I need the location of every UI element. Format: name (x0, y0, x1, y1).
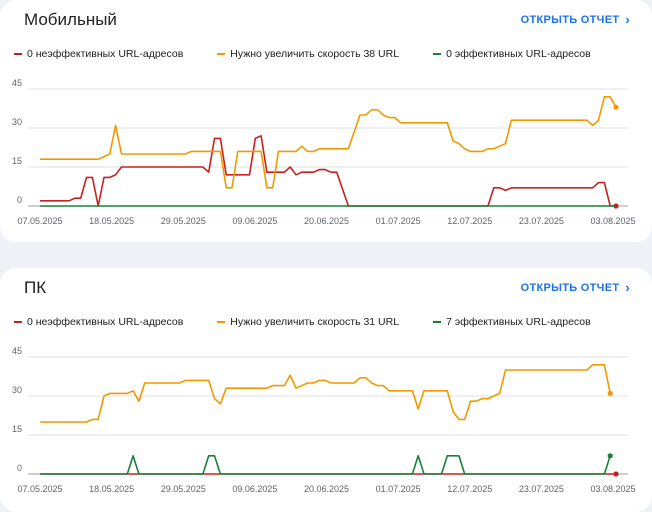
y-tick-label: 30 (12, 385, 22, 395)
x-tick-label: 03.08.2025 (590, 216, 635, 226)
x-tick-label: 20.06.2025 (304, 484, 349, 494)
x-tick-label: 20.06.2025 (304, 216, 349, 226)
y-tick-label: 15 (12, 156, 22, 166)
desktop-card: ПК ОТКРЫТЬ ОТЧЕТ › 0 неэффективных URL-а… (0, 268, 652, 512)
x-tick-label: 23.07.2025 (519, 484, 564, 494)
mobile-line-chart: 0 15 30 45 07.05.2025 18.05.2025 29.05.2025 09.… (12, 78, 636, 226)
x-tick-label: 01.07.2025 (376, 216, 421, 226)
y-tick-label: 45 (12, 78, 22, 88)
x-tick-label: 29.05.2025 (161, 484, 206, 494)
x-tick-label: 01.07.2025 (376, 484, 421, 494)
x-tick-label: 09.06.2025 (232, 484, 277, 494)
series-end-point-orange (613, 104, 619, 110)
y-tick-label: 30 (12, 117, 22, 127)
x-tick-label: 09.06.2025 (232, 216, 277, 226)
series-end-point-green (607, 453, 613, 459)
y-tick-label: 0 (17, 463, 22, 473)
y-tick-label: 45 (12, 346, 22, 356)
series-line-orange (40, 96, 617, 189)
x-tick-label: 29.05.2025 (161, 216, 206, 226)
series-end-point-red (613, 471, 619, 477)
x-tick-label: 03.08.2025 (590, 484, 635, 494)
x-tick-label: 12.07.2025 (447, 484, 492, 494)
y-tick-label: 0 (17, 195, 22, 205)
x-tick-label: 12.07.2025 (447, 216, 492, 226)
x-tick-label: 18.05.2025 (89, 484, 134, 494)
mobile-card: Мобильный ОТКРЫТЬ ОТЧЕТ › 0 неэффективны… (0, 0, 652, 242)
series-end-point-orange (607, 390, 613, 396)
series-line-red (40, 135, 616, 207)
series-line-orange (40, 364, 611, 423)
y-tick-label: 15 (12, 424, 22, 434)
desktop-line-chart: 0 15 30 45 07.05.2025 18.05.2025 29.05.2025 09.… (12, 346, 636, 494)
series-line-green (40, 455, 611, 475)
x-tick-label: 07.05.2025 (17, 216, 62, 226)
x-tick-label: 07.05.2025 (17, 484, 62, 494)
x-tick-label: 18.05.2025 (89, 216, 134, 226)
x-tick-label: 23.07.2025 (519, 216, 564, 226)
